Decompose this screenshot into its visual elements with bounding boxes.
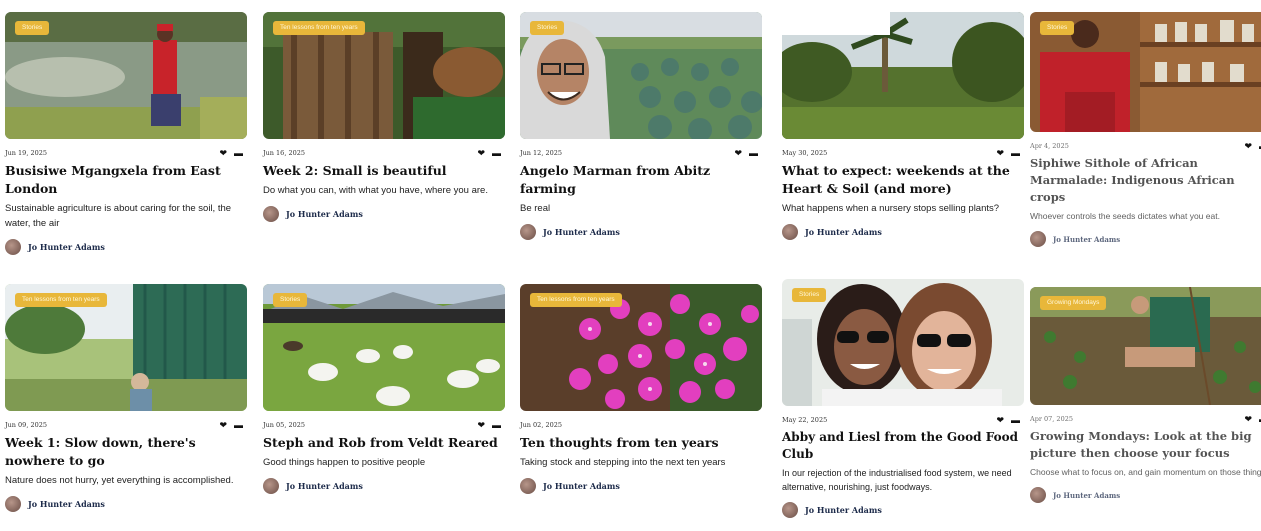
category-tag[interactable]: Ten lessons from ten years	[530, 293, 622, 307]
post-thumbnail[interactable]: Ten lessons from ten years	[263, 12, 505, 139]
post-date: Jun 16, 2025	[263, 149, 305, 157]
author-name[interactable]: Jo Hunter Adams	[805, 227, 882, 237]
author-name[interactable]: Jo Hunter Adams	[1053, 235, 1120, 244]
post-title[interactable]: Growing Mondays: Look at the big picture…	[1030, 428, 1261, 462]
post-thumbnail[interactable]: Ten lessons from ten years	[520, 284, 762, 411]
post-thumbnail[interactable]: Stories	[782, 279, 1024, 406]
avatar[interactable]	[520, 224, 536, 240]
post-date: Apr 4, 2025	[1030, 142, 1069, 150]
post-excerpt: Nature does not hurry, yet everything is…	[5, 475, 234, 486]
post-thumbnail[interactable]: Ten lessons from ten years	[5, 284, 247, 411]
post-title[interactable]: Week 2: Small is beautiful	[263, 162, 505, 180]
author-name[interactable]: Jo Hunter Adams	[1053, 491, 1120, 500]
heart-icon[interactable]: ❤	[219, 148, 227, 158]
heart-icon[interactable]: ❤	[996, 148, 1004, 158]
post-excerpt: Be real	[520, 203, 551, 214]
post-card[interactable]: Stories Apr 4, 2025 ❤▬ Siphiwe Sithole o…	[1030, 12, 1261, 247]
post-thumbnail[interactable]: Stories	[1030, 12, 1261, 132]
post-card[interactable]: Ten lessons from ten years Jun 02, 2025 …	[520, 284, 762, 494]
author-name[interactable]: Jo Hunter Adams	[543, 227, 620, 237]
post-excerpt: Choose what to focus on, and gain moment…	[1030, 467, 1261, 477]
post-card[interactable]: Growing Mondays Apr 07, 2025 ❤▬ Growing …	[1030, 287, 1261, 503]
post-excerpt: Whoever controls the seeds dictates what…	[1030, 211, 1220, 221]
post-card[interactable]: Stories Jun 19, 2025 ❤ ▬ Busisiwe Mgangxe…	[5, 12, 247, 255]
avatar[interactable]	[1030, 487, 1046, 503]
avatar[interactable]	[263, 478, 279, 494]
post-title[interactable]: Abby and Liesl from the Good Food Club	[782, 429, 1024, 463]
comment-bubble-icon[interactable]: ▬	[234, 420, 243, 430]
post-card[interactable]: Stories Jun 05, 2025 ❤ ▬ Steph and Rob fr…	[263, 284, 505, 494]
post-excerpt: Do what you can, with what you have, whe…	[263, 185, 488, 196]
heart-icon[interactable]: ❤	[734, 148, 742, 158]
avatar[interactable]	[5, 496, 21, 512]
post-card[interactable]: Stories Jun 12, 2025 ❤ ▬ Angelo Marman fr…	[520, 12, 762, 240]
post-date: Jun 02, 2025	[520, 421, 562, 429]
avatar[interactable]	[782, 224, 798, 240]
avatar[interactable]	[782, 502, 798, 518]
post-thumbnail[interactable]: Stories	[5, 12, 247, 139]
post-date: Jun 05, 2025	[263, 421, 305, 429]
author-name[interactable]: Jo Hunter Adams	[805, 505, 882, 515]
post-date: Jun 19, 2025	[5, 149, 47, 157]
post-title[interactable]: Siphiwe Sithole of African Marmalade: In…	[1030, 155, 1261, 206]
post-date: May 30, 2025	[782, 149, 828, 157]
post-thumbnail[interactable]: Growing Mondays	[1030, 287, 1261, 405]
post-title[interactable]: What to expect: weekends at the Heart & …	[782, 162, 1024, 198]
heart-icon[interactable]: ❤	[1244, 414, 1252, 424]
heart-icon[interactable]: ❤	[996, 415, 1004, 425]
category-tag[interactable]: Stories	[530, 21, 565, 35]
post-title[interactable]: Ten thoughts from ten years	[520, 434, 762, 452]
avatar[interactable]	[263, 206, 279, 222]
post-date: Apr 07, 2025	[1030, 415, 1073, 423]
author-name[interactable]: Jo Hunter Adams	[28, 499, 105, 509]
comment-bubble-icon[interactable]: ▬	[492, 148, 501, 158]
post-excerpt: Good things happen to positive people	[263, 457, 426, 468]
author-name[interactable]: Jo Hunter Adams	[286, 209, 363, 219]
post-excerpt: Taking stock and stepping into the next …	[520, 457, 726, 468]
heart-icon[interactable]: ❤	[477, 420, 485, 430]
avatar[interactable]	[520, 478, 536, 494]
category-tag[interactable]: Stories	[792, 288, 827, 302]
post-title[interactable]: Week 1: Slow down, there's nowhere to go	[5, 434, 247, 470]
author-name[interactable]: Jo Hunter Adams	[28, 242, 105, 252]
comment-bubble-icon[interactable]: ▬	[749, 148, 758, 158]
post-title[interactable]: Steph and Rob from Veldt Reared	[263, 434, 505, 452]
post-thumbnail[interactable]: Stories	[263, 284, 505, 411]
post-card[interactable]: Ten lessons from ten years Jun 16, 2025 …	[263, 12, 505, 222]
comment-bubble-icon[interactable]: ▬	[1011, 415, 1020, 425]
heart-icon[interactable]: ❤	[219, 420, 227, 430]
avatar[interactable]	[5, 239, 21, 255]
category-tag[interactable]: Growing Mondays	[1040, 296, 1107, 310]
post-card[interactable]: Stories May 22, 2025 ❤ ▬ Abby and Liesl f…	[782, 279, 1024, 518]
post-excerpt: In our rejection of the industrialised f…	[782, 468, 1012, 492]
post-card[interactable]: May 30, 2025 ❤ ▬ What to expect: weekends…	[782, 12, 1024, 240]
comment-bubble-icon[interactable]: ▬	[234, 148, 243, 158]
avatar[interactable]	[1030, 231, 1046, 247]
category-tag[interactable]: Ten lessons from ten years	[273, 21, 365, 35]
post-excerpt: Sustainable agriculture is about caring …	[5, 203, 232, 229]
post-title[interactable]: Busisiwe Mgangxela from East London	[5, 162, 247, 198]
post-excerpt: What happens when a nursery stops sellin…	[782, 203, 1000, 214]
overlay-patch	[782, 0, 890, 35]
comment-bubble-icon[interactable]: ▬	[1011, 148, 1020, 158]
post-thumbnail[interactable]: Stories	[520, 12, 762, 139]
heart-icon[interactable]: ❤	[1244, 141, 1252, 151]
author-name[interactable]: Jo Hunter Adams	[286, 481, 363, 491]
post-title[interactable]: Angelo Marman from Abitz farming	[520, 162, 762, 198]
comment-bubble-icon[interactable]: ▬	[492, 420, 501, 430]
category-tag[interactable]: Stories	[1040, 21, 1075, 35]
post-date: Jun 12, 2025	[520, 149, 562, 157]
post-card[interactable]: Ten lessons from ten years Jun 09, 2025 …	[5, 284, 247, 512]
category-tag[interactable]: Stories	[273, 293, 308, 307]
post-date: Jun 09, 2025	[5, 421, 47, 429]
author-name[interactable]: Jo Hunter Adams	[543, 481, 620, 491]
post-date: May 22, 2025	[782, 416, 828, 424]
heart-icon[interactable]: ❤	[477, 148, 485, 158]
category-tag[interactable]: Ten lessons from ten years	[15, 293, 107, 307]
category-tag[interactable]: Stories	[15, 21, 50, 35]
